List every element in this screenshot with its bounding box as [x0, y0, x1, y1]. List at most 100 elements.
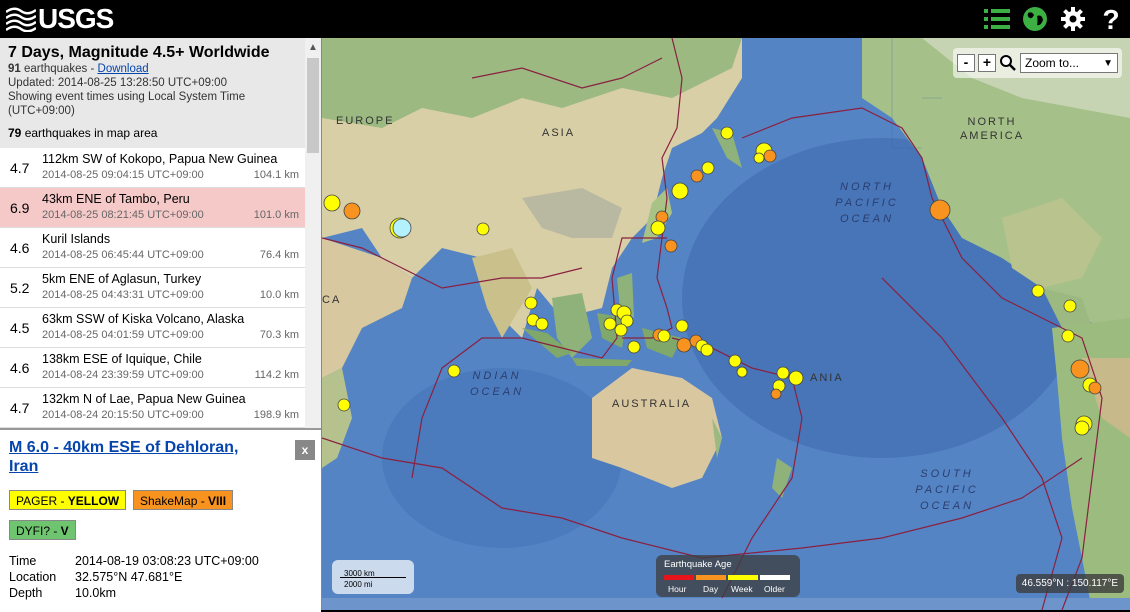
zoom-to-value: Zoom to... — [1025, 56, 1080, 70]
event-title-link[interactable]: M 6.0 - 40km ESE of Dehloran, Iran — [9, 438, 269, 476]
list-item[interactable]: 4.7 112km SW of Kokopo, Papua New Guinea… — [0, 148, 305, 188]
label-indian-ocean: NDIAN OCEAN — [469, 370, 525, 398]
scale-mi: 2000 mi — [344, 580, 373, 589]
event-time: 2014-08-25 08:21:45 UTC+09:00 — [42, 209, 204, 221]
legend-swatch-day — [696, 575, 726, 580]
scale-line — [340, 577, 406, 578]
dyfi-value: V — [60, 524, 69, 538]
event-detail-grid: Time 2014-08-19 03:08:23 UTC+09:00 Locati… — [9, 554, 259, 602]
svg-text:?: ? — [1102, 5, 1119, 33]
close-button[interactable]: x — [295, 440, 315, 460]
list-icon[interactable] — [982, 4, 1012, 34]
legend-swatch-week — [728, 575, 758, 580]
label-north-pacific: NORTH PACIFIC OCEAN — [835, 181, 899, 225]
event-depth: 101.0 km — [253, 209, 299, 221]
legend-label-day: Day — [703, 584, 719, 594]
list-item[interactable]: 4.5 63km SSW of Kiska Volcano, Alaska 20… — [0, 308, 305, 348]
list-item[interactable]: 6.9 43km ENE of Tambo, Peru 2014-08-25 0… — [0, 188, 305, 228]
scrollbar-thumb[interactable] — [307, 58, 319, 153]
magnitude: 4.7 — [10, 400, 30, 416]
list-item[interactable]: 5.2 5km ENE of Aglasun, Turkey 2014-08-2… — [0, 268, 305, 308]
list-item[interactable]: 4.6 138km ESE of Iquique, Chile 2014-08-… — [0, 348, 305, 388]
timezone-note: Showing event times using Local System T… — [8, 91, 246, 117]
earthquake-age-legend: Earthquake Age Hour Day Week Older — [656, 555, 800, 597]
event-depth: 70.3 km — [259, 329, 299, 341]
list-item[interactable]: 4.6 Kuril Islands 2014-08-25 06:45:44 UT… — [0, 228, 305, 268]
usgs-waves-icon — [6, 7, 36, 32]
shakemap-value: VIII — [208, 494, 227, 508]
event-time: 2014-08-25 09:04:15 UTC+09:00 — [42, 169, 204, 181]
dyfi-label: DYFI? - — [16, 524, 61, 538]
pager-label: PAGER - — [16, 494, 68, 508]
place-name: 63km SSW of Kiska Volcano, Alaska — [42, 312, 245, 326]
label-south-pacific: SOUTH PACIFIC OCEAN — [915, 468, 979, 512]
shakemap-badge[interactable]: ShakeMap - VIII — [133, 490, 234, 510]
place-name: 43km ENE of Tambo, Peru — [42, 192, 190, 206]
label-africa: CA — [322, 294, 342, 306]
cursor-coordinates: 46.559°N : 150.117°E — [1015, 574, 1124, 593]
download-link[interactable]: Download — [98, 63, 149, 75]
scroll-up-icon[interactable]: ▲ — [308, 42, 318, 53]
gear-icon[interactable] — [1058, 4, 1088, 34]
label-north-america: NORTH AMERICA — [959, 116, 1025, 142]
label-asia: ASIA — [542, 127, 576, 139]
pager-value: YELLOW — [67, 494, 120, 508]
magnitude: 4.6 — [10, 240, 30, 256]
earthquake-count: 91 — [8, 63, 21, 75]
pager-badge[interactable]: PAGER - YELLOW — [9, 490, 127, 510]
event-time: 2014-08-25 06:45:44 UTC+09:00 — [42, 249, 204, 261]
list-item[interactable]: 4.7 132km N of Lae, Papua New Guinea 201… — [0, 388, 305, 428]
map[interactable]: EUROPE ASIA NORTH AMERICA AUSTRALIA ANIA… — [322, 38, 1130, 610]
place-name: 5km ENE of Aglasun, Turkey — [42, 272, 202, 286]
in-map-count: 79 — [8, 126, 22, 140]
legend-label-week: Week — [731, 584, 753, 594]
zoom-to-select[interactable]: Zoom to... ▼ — [1020, 53, 1118, 73]
magnitude: 4.7 — [10, 160, 30, 176]
place-name: 138km ESE of Iquique, Chile — [42, 352, 202, 366]
logo-text: USGS — [38, 3, 114, 34]
label-oceania: ANIA — [810, 372, 844, 384]
legend-label-hour: Hour — [668, 584, 687, 594]
event-depth: 76.4 km — [259, 249, 299, 261]
list-header: 7 Days, Magnitude 4.5+ Worldwide 91 eart… — [0, 38, 305, 148]
sidebar: 7 Days, Magnitude 4.5+ Worldwide 91 eart… — [0, 38, 322, 612]
label-australia: AUSTRALIA — [612, 398, 692, 410]
in-map-count-line: 79 earthquakes in map area — [8, 126, 297, 140]
magnitude: 6.9 — [10, 200, 30, 216]
place-name: 112km SW of Kokopo, Papua New Guinea — [42, 152, 278, 166]
magnitude: 4.5 — [10, 320, 30, 336]
toolbar-icons: ? — [982, 4, 1126, 34]
magnifier-icon[interactable] — [999, 54, 1017, 72]
legend-title: Earthquake Age — [664, 559, 732, 570]
location-value: 32.575°N 47.681°E — [75, 570, 183, 584]
event-time: 2014-08-25 04:01:59 UTC+09:00 — [42, 329, 204, 341]
event-time: 2014-08-24 20:15:50 UTC+09:00 — [42, 409, 204, 421]
event-depth: 10.0 km — [259, 289, 299, 301]
list-scrollbar[interactable]: ▲ — [305, 38, 321, 428]
legend-label-older: Older — [764, 584, 785, 594]
magnitude: 5.2 — [10, 280, 30, 296]
zoom-in-button[interactable]: + — [978, 54, 996, 72]
event-time: 2014-08-24 23:39:59 UTC+09:00 — [42, 369, 204, 381]
in-map-count-suffix: earthquakes in map area — [24, 126, 158, 140]
usgs-logo[interactable]: USGS — [6, 3, 114, 34]
event-depth: 104.1 km — [253, 169, 299, 181]
dyfi-badge[interactable]: DYFI? - V — [9, 520, 76, 540]
legend-swatch-hour — [664, 575, 694, 580]
chevron-down-icon: ▼ — [1103, 57, 1113, 69]
earthquake-list: 4.7 112km SW of Kokopo, Papua New Guinea… — [0, 148, 305, 428]
top-bar: USGS ? — [0, 0, 1130, 38]
shakemap-label: ShakeMap - — [140, 494, 209, 508]
event-depth: 198.9 km — [253, 409, 299, 421]
updated-time: Updated: 2014-08-25 13:28:50 UTC+09:00 — [8, 77, 227, 89]
help-icon[interactable]: ? — [1096, 4, 1126, 34]
scale-bar: 3000 km 2000 mi — [332, 560, 414, 594]
time-key: Time — [9, 554, 37, 568]
legend-swatch-older — [760, 575, 790, 580]
zoom-out-button[interactable]: - — [957, 54, 975, 72]
place-name: Kuril Islands — [42, 232, 111, 246]
feed-count-line: 91 earthquakes - Download — [8, 62, 297, 76]
globe-icon[interactable] — [1020, 4, 1050, 34]
feed-title: 7 Days, Magnitude 4.5+ Worldwide — [8, 44, 270, 61]
earthquake-count-suffix: earthquakes - — [24, 63, 98, 75]
